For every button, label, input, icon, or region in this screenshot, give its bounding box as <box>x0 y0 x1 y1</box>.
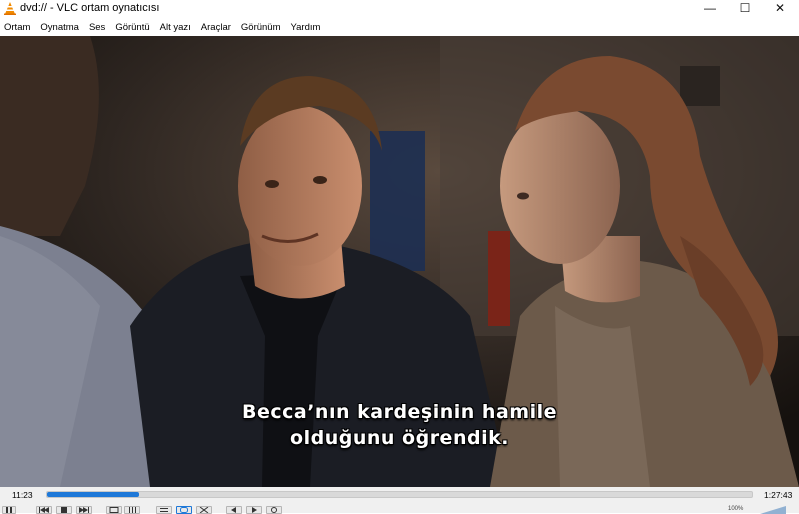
camera-icon <box>271 507 277 513</box>
menu-oynatma[interactable]: Oynatma <box>40 22 79 33</box>
title-bar: dvd:// - VLC ortam oynatıcısı — ☐ ✕ <box>0 0 799 18</box>
menu-araclar[interactable]: Araçlar <box>201 22 231 33</box>
fullscreen-icon <box>109 507 119 513</box>
menu-ortam[interactable]: Ortam <box>4 22 30 33</box>
control-bar: 11:23 1:27:43 100% <box>0 487 799 514</box>
video-area[interactable]: Becca’nın kardeşinin hamile olduğunu öğr… <box>0 36 799 487</box>
close-icon: ✕ <box>774 1 786 15</box>
loop-icon <box>180 507 188 513</box>
previous-icon <box>39 507 49 513</box>
seek-slider[interactable] <box>46 491 753 498</box>
equalizer-icon <box>129 507 136 513</box>
elapsed-time: 11:23 <box>12 490 33 500</box>
minimize-button[interactable]: — <box>693 0 727 16</box>
maximize-button[interactable]: ☐ <box>728 0 762 16</box>
subtitle-line-2: olduğunu öğrendik. <box>290 427 509 449</box>
menu-goruntu[interactable]: Görüntü <box>115 22 149 33</box>
minimize-icon: — <box>704 1 716 15</box>
volume-level: 100% <box>728 506 744 512</box>
frame-forward-icon <box>252 507 257 513</box>
stop-icon <box>61 507 67 513</box>
next-icon <box>79 507 89 513</box>
subtitle-line-1: Becca’nın kardeşinin hamile <box>242 401 557 423</box>
seek-progress <box>47 492 139 497</box>
playlist-icon <box>160 508 168 512</box>
menu-bar: Ortam Oynatma Ses Görüntü Alt yazı Araçl… <box>0 19 799 36</box>
shuffle-icon <box>199 507 209 513</box>
menu-gorunum[interactable]: Görünüm <box>241 22 281 33</box>
window-title: dvd:// - VLC ortam oynatıcısı <box>20 2 160 14</box>
total-time: 1:27:43 <box>764 490 793 500</box>
menu-alt-yazi[interactable]: Alt yazı <box>160 22 191 33</box>
frame-back-icon <box>231 507 236 513</box>
menu-yardim[interactable]: Yardım <box>291 22 321 33</box>
maximize-icon: ☐ <box>739 1 751 15</box>
vlc-cone-icon <box>4 2 16 15</box>
menu-ses[interactable]: Ses <box>89 22 105 33</box>
close-button[interactable]: ✕ <box>763 0 797 16</box>
